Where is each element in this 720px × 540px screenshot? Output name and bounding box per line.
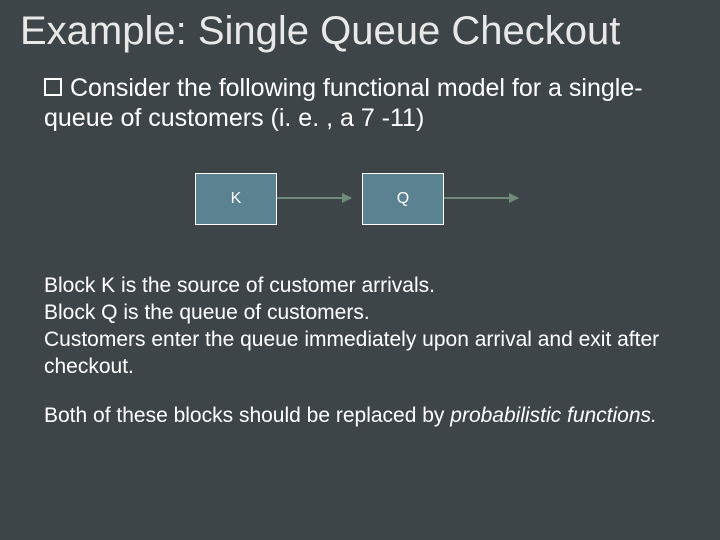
desc-p2-a: Both of these blocks should be replaced … xyxy=(44,404,450,427)
desc-para-2: Both of these blocks should be replaced … xyxy=(44,403,670,430)
block-k: K xyxy=(195,173,277,225)
intro-paragraph: Consider the following functional model … xyxy=(0,53,720,133)
slide: Example: Single Queue Checkout Consider … xyxy=(0,0,720,540)
slide-title: Example: Single Queue Checkout xyxy=(0,0,720,53)
desc-line-3: Customers enter the queue immediately up… xyxy=(44,327,670,381)
desc-p2-b: probabilistic functions. xyxy=(450,404,657,427)
desc-line-1: Block K is the source of customer arriva… xyxy=(44,273,670,300)
block-q: Q xyxy=(362,173,444,225)
intro-lead: Consider xyxy=(70,74,170,102)
flow-diagram: K Q xyxy=(0,155,720,265)
description-text: Block K is the source of customer arriva… xyxy=(0,265,720,429)
arrow-icon xyxy=(444,197,518,199)
desc-line-2: Block Q is the queue of customers. xyxy=(44,300,670,327)
bullet-square-icon xyxy=(44,78,62,96)
arrow-icon xyxy=(277,197,351,199)
